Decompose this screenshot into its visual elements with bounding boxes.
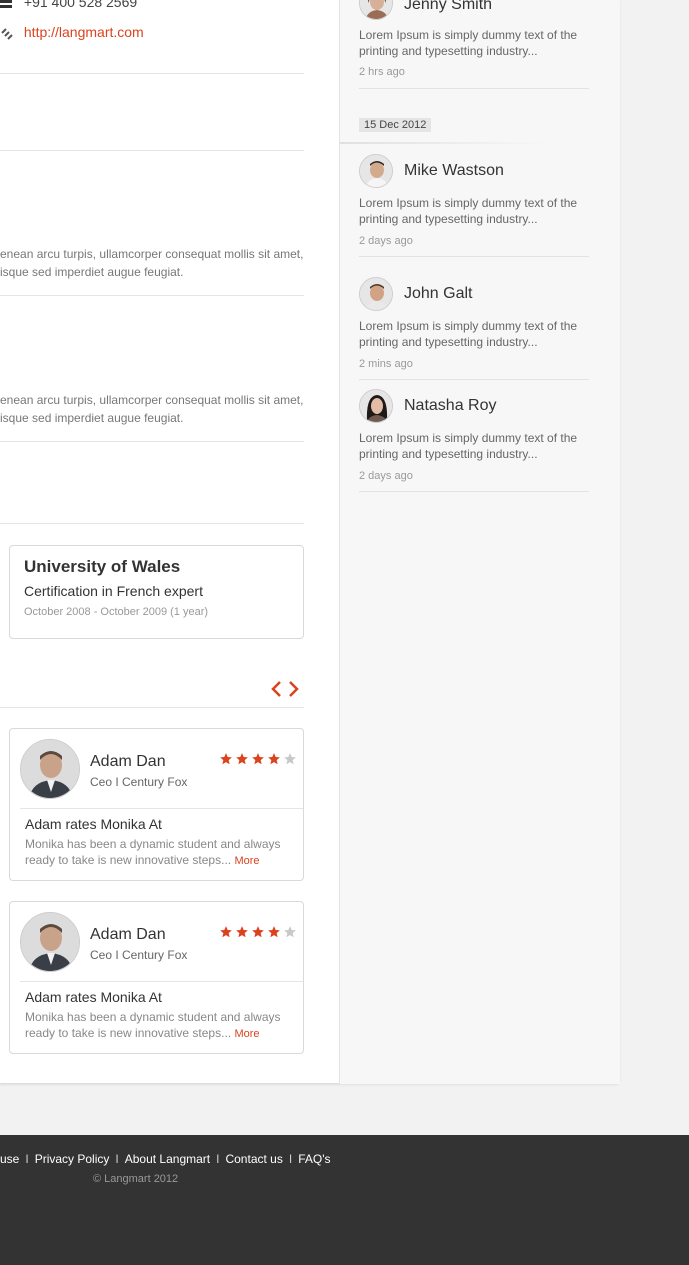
recommendation-title: Adam rates Monika At — [25, 989, 162, 1005]
section-divider — [0, 73, 304, 74]
recommender-name[interactable]: Adam Dan — [90, 753, 166, 771]
description-paragraph: enean arcu turpis, ullamcorper consequat… — [0, 393, 304, 425]
education-dates: October 2008 - October 2009 (1 year) — [24, 606, 209, 618]
website-link[interactable]: http://langmart.com — [24, 24, 144, 40]
recommender-name[interactable]: Adam Dan — [90, 926, 166, 944]
feed-user-name[interactable]: Jenny Smith — [404, 0, 492, 14]
feed-text: Lorem Ipsum is simply dummy text of the … — [359, 196, 578, 226]
recommender-role: Ceo I Century Fox — [90, 948, 188, 962]
education-card: University of Wales Certification in Fre… — [9, 545, 304, 639]
avatar[interactable] — [359, 154, 393, 188]
feed-time: 2 mins ago — [359, 358, 413, 370]
phone-number: +91 400 528 2569 — [23, 0, 138, 10]
section-divider — [0, 441, 304, 442]
recommendation-text: Monika has been a dynamic student and al… — [25, 837, 281, 867]
section-divider — [0, 707, 304, 708]
feed-user-name[interactable]: Mike Wastson — [404, 162, 504, 180]
date-divider — [339, 142, 549, 144]
feed-divider — [359, 256, 589, 257]
feed-time: 2 days ago — [359, 235, 413, 247]
feed-text: Lorem Ipsum is simply dummy text of the … — [359, 28, 578, 58]
feed-time: 2 hrs ago — [359, 66, 405, 78]
star-icon — [267, 752, 281, 766]
degree-title: Certification in French expert — [24, 583, 203, 599]
link-separator: I — [216, 1152, 220, 1166]
contact-website: http://langmart.com — [0, 24, 144, 41]
site-footer: use I Privacy Policy I About Langmart I Contac… — [0, 1135, 689, 1265]
feed-divider — [359, 491, 589, 492]
recommendation-pager — [270, 680, 306, 698]
footer-link-privacy[interactable]: Privacy Policy — [35, 1152, 110, 1166]
avatar[interactable] — [20, 912, 80, 972]
link-icon — [0, 27, 14, 41]
more-link[interactable]: More — [234, 1028, 259, 1040]
feed-divider — [359, 88, 589, 89]
phone-icon — [0, 0, 14, 9]
link-separator: I — [288, 1152, 293, 1166]
recommendation-text: Monika has been a dynamic student and al… — [25, 1010, 281, 1040]
link-separator: I — [25, 1152, 29, 1166]
avatar[interactable] — [20, 739, 80, 799]
date-badge: 15 Dec 2012 — [359, 118, 432, 132]
feed-time: 2 days ago — [359, 470, 413, 482]
chevron-right-icon[interactable] — [288, 680, 300, 698]
star-rating — [219, 925, 299, 944]
footer-link-faq[interactable]: FAQ's — [298, 1152, 330, 1166]
star-icon — [251, 925, 265, 939]
section-divider — [0, 295, 304, 296]
star-icon — [219, 925, 233, 939]
feed-user-name[interactable]: Natasha Roy — [404, 397, 497, 415]
star-icon — [251, 752, 265, 766]
feed-user-name[interactable]: John Galt — [404, 285, 472, 303]
avatar[interactable] — [359, 277, 393, 311]
description-paragraph: enean arcu turpis, ullamcorper consequat… — [0, 247, 304, 279]
avatar[interactable] — [359, 389, 393, 423]
feed-text: Lorem Ipsum is simply dummy text of the … — [359, 431, 578, 461]
star-rating — [219, 752, 299, 771]
star-icon — [219, 752, 233, 766]
recommender-role: Ceo I Century Fox — [90, 775, 188, 789]
card-divider — [20, 808, 303, 809]
recommendation-title: Adam rates Monika At — [25, 816, 162, 832]
feed-divider — [359, 379, 589, 380]
section-divider — [0, 523, 304, 524]
card-divider — [20, 981, 303, 982]
footer-link-terms[interactable]: use — [0, 1152, 19, 1166]
recommendation-card: Adam Dan Ceo I Century Fox Adam rates Mo… — [9, 728, 304, 881]
contact-phone: +91 400 528 2569 — [0, 0, 137, 10]
star-icon — [235, 925, 249, 939]
feed-text: Lorem Ipsum is simply dummy text of the … — [359, 319, 578, 349]
star-icon — [283, 925, 297, 939]
copyright: © Langmart 2012 — [93, 1173, 179, 1185]
footer-link-about[interactable]: About Langmart — [125, 1152, 210, 1166]
star-icon — [235, 752, 249, 766]
link-separator: I — [115, 1152, 119, 1166]
star-icon — [267, 925, 281, 939]
school-name: University of Wales — [24, 557, 181, 576]
recommendation-card: Adam Dan Ceo I Century Fox Adam rates Mo… — [9, 901, 304, 1054]
more-link[interactable]: More — [234, 855, 259, 867]
footer-links: use I Privacy Policy I About Langmart I Contac… — [0, 1152, 330, 1166]
star-icon — [283, 752, 297, 766]
chevron-left-icon[interactable] — [270, 680, 282, 698]
footer-link-contact[interactable]: Contact us — [225, 1152, 282, 1166]
section-divider — [0, 150, 304, 151]
